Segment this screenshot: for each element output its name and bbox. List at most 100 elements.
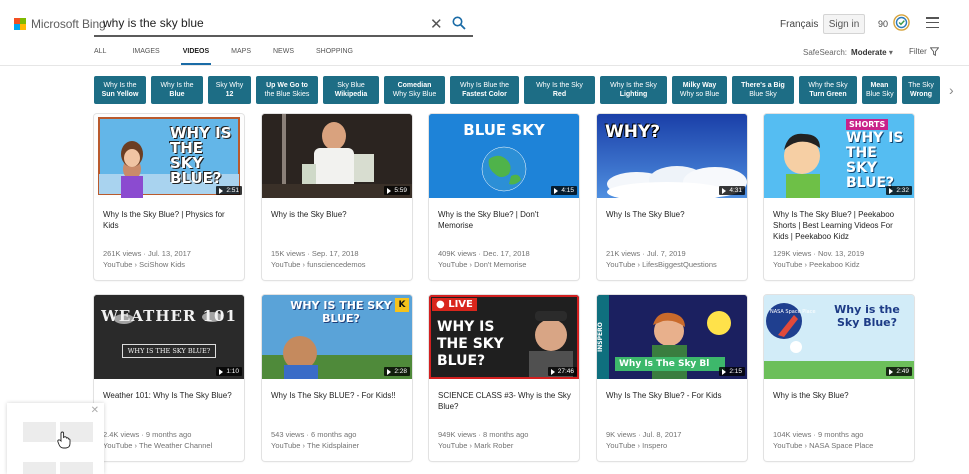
rewards-points[interactable]: 90	[878, 19, 888, 29]
chevron-down-icon: ▾	[888, 48, 893, 57]
video-thumbnail[interactable]: WHY IS THE SKY BLUE? K 2:28	[262, 295, 412, 379]
tab-images[interactable]: IMAGES	[132, 43, 159, 65]
layout-option[interactable]	[23, 422, 56, 442]
video-source: YouTube › funsciencedemos	[271, 260, 366, 269]
related-pill[interactable]: Why Is the Sky Red	[524, 76, 595, 104]
thumbnail-caption: WEATHER 101	[101, 307, 237, 325]
thumbnail-subcaption: WHY IS THE SKY BLUE?	[122, 344, 216, 358]
language-link[interactable]: Français	[780, 19, 818, 30]
related-pill[interactable]: Why the Sky Turn Green	[799, 76, 857, 104]
related-pill[interactable]: Why Is Blue the Fastest Color	[450, 76, 519, 104]
thumbnail-caption: BLUE SKY	[463, 121, 545, 139]
related-pill[interactable]: Sky Why 12	[208, 76, 251, 104]
play-icon	[722, 187, 727, 194]
video-views-date: 409K views · Dec. 17, 2018	[438, 249, 530, 258]
video-views-date: 949K views · 8 months ago	[438, 430, 529, 439]
tab-videos[interactable]: VIDEOS	[180, 43, 212, 65]
video-thumbnail[interactable]: INSPERO Why Is The Sky Bl 2:15	[597, 295, 747, 379]
related-pill[interactable]: Milky Way Why so Blue	[672, 76, 727, 104]
video-card[interactable]: SHORTS WHY IS THE SKY BLUE? 2:32 Why Is …	[764, 114, 914, 280]
play-icon	[387, 187, 392, 194]
video-views-date: 15K views · Sep. 17, 2018	[271, 249, 359, 258]
play-icon	[219, 368, 224, 375]
video-source: YouTube › LifesBiggestQuestions	[606, 260, 717, 269]
bing-logo[interactable]: Microsoft Bing	[14, 17, 106, 31]
layout-option[interactable]	[60, 462, 93, 474]
related-pill[interactable]: Sky Blue Wikipedia	[323, 76, 379, 104]
video-views-date: 104K views · 9 months ago	[773, 430, 864, 439]
search-input[interactable]	[103, 16, 423, 30]
nasa-badge: NASA Space Place	[770, 309, 816, 315]
video-card[interactable]: ● LIVE WHY IS THE SKY BLUE? 27:46 SCIENC…	[429, 295, 579, 461]
video-title[interactable]: Why Is The Sky Blue?	[606, 209, 740, 220]
related-pill[interactable]: Why Is the Sky Lighting	[600, 76, 667, 104]
video-card[interactable]: WHY? 4:31 Why Is The Sky Blue? 21K views…	[597, 114, 747, 280]
related-pill[interactable]: Comedian Why Sky Blue	[384, 76, 445, 104]
duration-badge: 2:32	[886, 186, 912, 195]
video-thumbnail[interactable]: SHORTS WHY IS THE SKY BLUE? 2:32	[764, 114, 914, 198]
video-source: YouTube › SciShow Kids	[103, 260, 185, 269]
video-card[interactable]: WHY IS THE SKY BLUE? K 2:28 Why Is The S…	[262, 295, 412, 461]
video-title[interactable]: Why is the Sky Blue?	[773, 390, 907, 401]
video-card[interactable]: WEATHER 101 WHY IS THE SKY BLUE? 1:10 We…	[94, 295, 244, 461]
search-box[interactable]: ✕	[94, 12, 473, 37]
tab-all[interactable]: ALL	[94, 43, 106, 65]
related-pill[interactable]: Mean Blue Sky	[862, 76, 897, 104]
tab-news[interactable]: NEWS	[273, 43, 294, 65]
thumbnail-caption: Why Is The Sky Bl	[615, 357, 725, 371]
video-card[interactable]: 5:59 Why is the Sky Blue? 15K views · Se…	[262, 114, 412, 280]
video-views-date: 261K views · Jul. 13, 2017	[103, 249, 191, 258]
sign-in-button[interactable]: Sign in	[823, 14, 865, 34]
video-title[interactable]: SCIENCE CLASS #3- Why is the Sky Blue?	[438, 390, 572, 412]
video-source: YouTube › Don't Memorise	[438, 260, 527, 269]
thumbnail-caption: Why is the Sky Blue?	[834, 303, 900, 329]
search-icon[interactable]	[452, 16, 466, 30]
video-card[interactable]: NASA Space Place Why is the Sky Blue? 2:…	[764, 295, 914, 461]
related-pill[interactable]: The Sky Wrong	[902, 76, 940, 104]
video-thumbnail[interactable]: 5:59	[262, 114, 412, 198]
duration-badge: 4:15	[551, 186, 577, 195]
related-pill[interactable]: Up We Go to the Blue Skies	[256, 76, 318, 104]
feedback-widget[interactable]: ✕	[7, 403, 104, 474]
filter-button[interactable]: Filter	[909, 47, 939, 56]
video-title[interactable]: Weather 101: Why Is The Sky Blue?	[103, 390, 237, 401]
video-title[interactable]: Why Is The Sky BLUE? - For Kids!!	[271, 390, 405, 401]
video-source: YouTube › The Weather Channel	[103, 441, 213, 450]
video-source: YouTube › Mark Rober	[438, 441, 514, 450]
video-title[interactable]: Why Is The Sky Blue? | Peekaboo Shorts |…	[773, 209, 907, 242]
play-icon	[554, 187, 559, 194]
video-thumbnail[interactable]: BLUE SKY 4:15	[429, 114, 579, 198]
video-title[interactable]: Why is the Sky Blue? | Don't Memorise	[438, 209, 572, 231]
close-icon[interactable]: ✕	[91, 405, 99, 416]
tab-maps[interactable]: MAPS	[231, 43, 251, 65]
hamburger-menu-icon[interactable]	[926, 17, 939, 28]
play-icon	[722, 368, 727, 375]
video-thumbnail[interactable]: ● LIVE WHY IS THE SKY BLUE? 27:46	[429, 295, 579, 379]
video-thumbnail[interactable]: NASA Space Place Why is the Sky Blue? 2:…	[764, 295, 914, 379]
video-title[interactable]: Why Is The Sky Blue? - For Kids	[606, 390, 740, 401]
video-thumbnail[interactable]: WHY? 4:31	[597, 114, 747, 198]
microsoft-logo-icon	[14, 18, 26, 30]
video-views-date: 21K views · Jul. 7, 2019	[606, 249, 686, 258]
video-title[interactable]: Why is the Sky Blue?	[271, 209, 405, 220]
play-icon	[550, 368, 555, 375]
thumbnail-caption: WHY IS THE SKY BLUE?	[290, 299, 392, 325]
duration-badge: 1:10	[216, 367, 242, 376]
related-pill[interactable]: Why Is the Blue	[151, 76, 203, 104]
video-source: YouTube › Inspero	[606, 441, 668, 450]
related-pill[interactable]: Why Is the Sun Yellow	[94, 76, 146, 104]
video-thumbnail[interactable]: WEATHER 101 WHY IS THE SKY BLUE? 1:10	[94, 295, 244, 379]
video-card[interactable]: WHY IS THE SKY BLUE? 2:51 Why Is the Sky…	[94, 114, 244, 280]
related-pill[interactable]: There's a Big Blue Sky	[732, 76, 794, 104]
video-card[interactable]: INSPERO Why Is The Sky Bl 2:15 Why Is Th…	[597, 295, 747, 461]
rewards-medal-icon[interactable]	[893, 14, 910, 31]
layout-option[interactable]	[23, 462, 56, 474]
chevron-right-icon[interactable]: ›	[949, 82, 954, 98]
video-card[interactable]: BLUE SKY 4:15 Why is the Sky Blue? | Don…	[429, 114, 579, 280]
tab-shopping[interactable]: SHOPPING	[316, 43, 353, 65]
video-thumbnail[interactable]: WHY IS THE SKY BLUE? 2:51	[94, 114, 244, 198]
duration-badge: 5:59	[384, 186, 410, 195]
safesearch-dropdown[interactable]: SafeSearch: Moderate ▾	[803, 48, 893, 57]
clear-icon[interactable]: ✕	[430, 15, 443, 33]
video-title[interactable]: Why Is the Sky Blue? | Physics for Kids	[103, 209, 237, 231]
